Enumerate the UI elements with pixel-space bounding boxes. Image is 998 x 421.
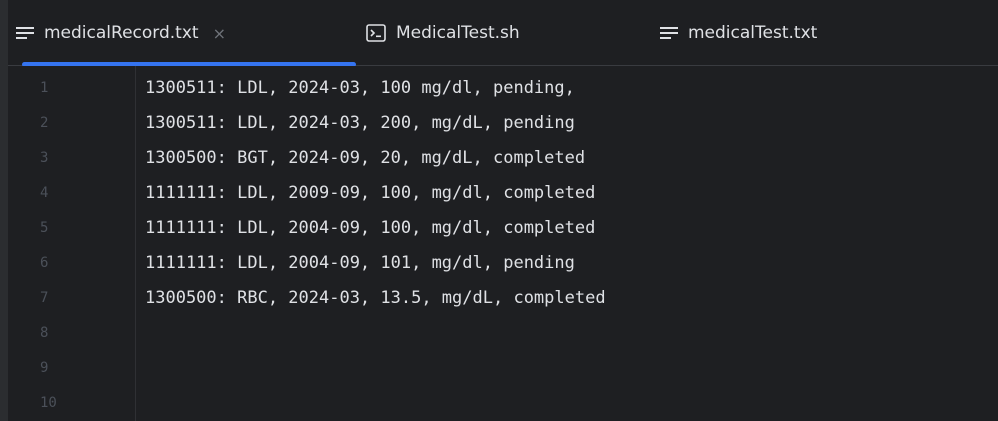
- tab-label: medicalRecord.txt: [44, 23, 199, 43]
- line-number: 4: [40, 185, 49, 201]
- code-line[interactable]: 1300500: RBC, 2024-03, 13.5, mg/dL, comp…: [145, 281, 606, 316]
- close-icon[interactable]: ×: [213, 24, 226, 43]
- tab-label: MedicalTest.sh: [396, 23, 520, 43]
- editor-tab-bar: medicalRecord.txt × MedicalTest.sh medic…: [8, 0, 998, 67]
- editor-window: medicalRecord.txt × MedicalTest.sh medic…: [0, 0, 998, 421]
- line-number: 10: [40, 395, 57, 411]
- line-number: 1: [40, 80, 49, 96]
- code-editor[interactable]: 1 2 3 4 5 6 7 8 9 10 1300511: LDL, 2024-…: [8, 66, 998, 421]
- terminal-file-icon: [366, 24, 386, 42]
- code-line[interactable]: 1111111: LDL, 2004-09, 101, mg/dl, pendi…: [145, 246, 575, 281]
- line-number: 2: [40, 115, 49, 131]
- tab-medical-test-sh[interactable]: MedicalTest.sh: [366, 0, 616, 66]
- code-line[interactable]: 1111111: LDL, 2004-09, 100, mg/dl, compl…: [145, 211, 595, 246]
- tab-label: medicalTest.txt: [688, 23, 818, 43]
- code-line[interactable]: 1300511: LDL, 2024-03, 100 mg/dl, pendin…: [145, 71, 575, 106]
- line-number-gutter: 1 2 3 4 5 6 7 8 9 10: [8, 66, 136, 421]
- tab-medical-record-txt[interactable]: medicalRecord.txt ×: [16, 0, 356, 67]
- line-number: 8: [40, 325, 49, 341]
- text-file-icon: [660, 26, 678, 40]
- line-number: 9: [40, 360, 49, 376]
- tab-medical-test-txt[interactable]: medicalTest.txt: [660, 0, 920, 66]
- line-number: 6: [40, 255, 49, 271]
- text-file-icon: [16, 26, 34, 40]
- code-line[interactable]: 1111111: LDL, 2009-09, 100, mg/dl, compl…: [145, 176, 595, 211]
- code-line[interactable]: 1300500: BGT, 2024-09, 20, mg/dL, comple…: [145, 141, 585, 176]
- line-number: 5: [40, 220, 49, 236]
- line-number: 7: [40, 290, 49, 306]
- line-number: 3: [40, 150, 49, 166]
- code-line[interactable]: 1300511: LDL, 2024-03, 200, mg/dL, pendi…: [145, 106, 575, 141]
